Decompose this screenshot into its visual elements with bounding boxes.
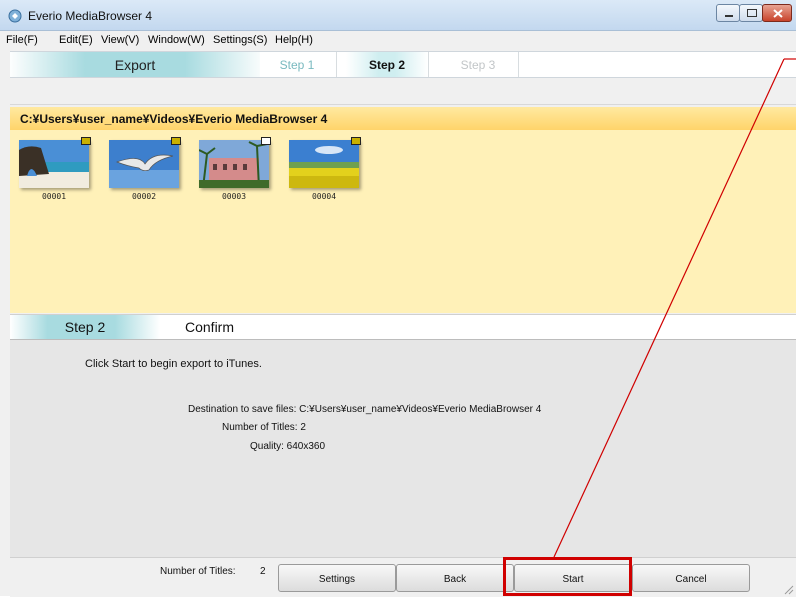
settings-button-label: Settings: [318, 574, 356, 585]
start-highlight-box: [503, 557, 632, 596]
settings-button[interactable]: Settings: [278, 564, 396, 592]
titles-count-text: Number of Titles: 2: [222, 422, 306, 433]
step-bar: Export Step 1 Step 2 Step 3: [10, 51, 796, 78]
cancel-button-label: Cancel: [675, 574, 707, 585]
thumbnail-item[interactable]: 00003: [198, 137, 273, 201]
back-button-label: Back: [443, 574, 467, 585]
thumbnail-item[interactable]: 00004: [289, 137, 363, 201]
step-2-tab: Step 2: [346, 52, 429, 77]
step-1-label: Step 1: [279, 58, 315, 72]
maximize-button[interactable]: [739, 4, 763, 22]
back-button[interactable]: Back: [396, 564, 514, 592]
application-window: Everio MediaBrowser 4 File(F) Edit(E) Vi…: [0, 0, 796, 597]
number-of-titles-label: Number of Titles:: [160, 566, 236, 577]
menu-settings[interactable]: Settings(S): [213, 34, 267, 46]
thumbnail-label: 00001: [41, 192, 67, 201]
thumbnail-area: 00001 00002 00003 00004: [10, 130, 796, 313]
thumbnail-image-building: [198, 137, 271, 189]
confirm-step-label: Step 2: [64, 319, 106, 335]
confirm-title: Confirm: [185, 319, 235, 335]
menu-bar: File(F) Edit(E) View(V) Window(W) Settin…: [0, 31, 796, 50]
menu-edit[interactable]: Edit(E): [59, 34, 93, 46]
confirm-panel: Click Start to begin export to iTunes. D…: [10, 340, 796, 557]
footer-bar: Number of Titles: 2 Settings Back Start …: [10, 557, 796, 597]
thumbnail-label: 00002: [131, 192, 157, 201]
step-2-label: Step 2: [368, 58, 405, 72]
minimize-button[interactable]: [716, 4, 740, 22]
step-1-tab: Step 1: [258, 52, 337, 77]
menu-help[interactable]: Help(H): [275, 34, 313, 46]
step-3-label: Step 3: [460, 58, 496, 72]
step-3-tab: Step 3: [438, 52, 519, 77]
video-badge-icon: [81, 137, 91, 145]
video-badge-icon: [351, 137, 361, 145]
confirm-message: Click Start to begin export to iTunes.: [85, 358, 262, 370]
maximize-icon: [747, 9, 757, 17]
thumbnail-item[interactable]: 00001: [19, 137, 93, 201]
close-button[interactable]: [762, 4, 792, 22]
app-icon: [8, 9, 22, 23]
left-frame: [0, 51, 10, 596]
folder-path: C:¥Users¥user_name¥Videos¥Everio MediaBr…: [20, 112, 328, 126]
thumbnail-image-flowers: [289, 137, 361, 188]
folder-path-bar: C:¥Users¥user_name¥Videos¥Everio MediaBr…: [10, 107, 796, 131]
thumbnail-label: 00003: [221, 192, 247, 201]
menu-window[interactable]: Window(W): [148, 34, 205, 46]
confirm-header: Step 2 Confirm: [10, 314, 796, 341]
thumbnail-label: 00004: [311, 192, 337, 201]
destination-text: Destination to save files: C:¥Users¥user…: [188, 404, 542, 415]
minimize-icon: [725, 15, 733, 17]
number-of-titles-value: 2: [260, 566, 266, 577]
export-mode-label: Export: [114, 57, 156, 73]
video-badge-icon: [171, 137, 181, 145]
menu-view[interactable]: View(V): [101, 34, 139, 46]
menu-file[interactable]: File(F): [6, 34, 38, 46]
thumbnail-image-beach: [19, 137, 91, 188]
video-badge-icon: [261, 137, 271, 145]
confirm-step-tab: Step 2: [10, 315, 160, 339]
thumbnail-item[interactable]: 00002: [109, 137, 183, 201]
quality-text: Quality: 640x360: [250, 441, 326, 452]
cancel-button[interactable]: Cancel: [632, 564, 750, 592]
close-icon: [773, 9, 783, 18]
thumbnail-image-seagull: [109, 137, 181, 188]
resize-grip-icon[interactable]: [782, 583, 794, 595]
title-bar: Everio MediaBrowser 4: [0, 0, 796, 31]
toolbar-spacer: [10, 84, 796, 105]
window-title: Everio MediaBrowser 4: [28, 9, 153, 23]
export-mode-tab: Export: [10, 52, 260, 77]
